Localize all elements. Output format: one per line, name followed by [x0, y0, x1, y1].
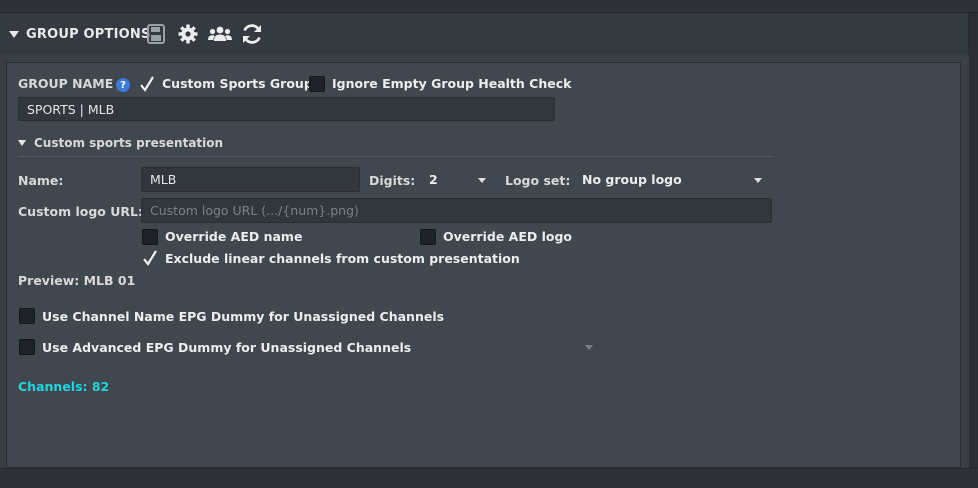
chevron-down-icon: [478, 177, 486, 183]
custom-logo-url-input[interactable]: Custom logo URL (.../{num}.png): [141, 198, 772, 223]
group-options-toggle[interactable]: GROUP OPTIONS: [9, 13, 151, 55]
channels-count: Channels: 82: [18, 379, 110, 394]
custom-sports-group-checkbox[interactable]: [139, 75, 155, 93]
custom-sports-group-label: Custom Sports Group: [162, 76, 313, 91]
collapse-triangle-icon: [18, 140, 26, 146]
digits-value: 2: [429, 172, 438, 187]
top-strip: [0, 0, 978, 13]
preview-text: Preview: MLB 01: [18, 273, 136, 288]
logo-set-value: No group logo: [582, 172, 682, 187]
group-name-label: GROUP NAME: [18, 76, 114, 91]
group-options-panel: GROUP NAME ? Custom Sports Group Ignore …: [6, 62, 961, 468]
refresh-icon[interactable]: [240, 22, 264, 46]
help-icon[interactable]: ?: [116, 78, 130, 92]
digits-select[interactable]: 2: [419, 167, 496, 192]
custom-sports-presentation-title: Custom sports presentation: [34, 136, 224, 150]
exclude-linear-checkbox[interactable]: [142, 249, 158, 267]
channel-name-epg-dummy-checkbox[interactable]: [19, 308, 35, 324]
name-label: Name:: [18, 173, 64, 188]
ignore-empty-health-label: Ignore Empty Group Health Check: [332, 76, 572, 91]
logo-set-select[interactable]: No group logo: [572, 167, 772, 192]
advanced-epg-dummy-checkbox[interactable]: [19, 339, 35, 355]
custom-logo-url-label: Custom logo URL:: [18, 204, 143, 219]
override-aed-name-label: Override AED name: [165, 229, 303, 244]
presentation-name-input[interactable]: MLB: [141, 167, 360, 192]
section-divider: [18, 156, 773, 157]
exclude-linear-label: Exclude linear channels from custom pres…: [165, 251, 520, 266]
chevron-down-icon[interactable]: [585, 345, 593, 350]
override-aed-logo-checkbox[interactable]: [420, 229, 436, 245]
channel-name-epg-dummy-label: Use Channel Name EPG Dummy for Unassigne…: [42, 309, 445, 324]
scrollbar[interactable]: [969, 13, 978, 468]
collapse-triangle-icon: [9, 30, 19, 38]
override-aed-name-checkbox[interactable]: [142, 229, 158, 245]
users-icon[interactable]: [207, 22, 233, 46]
gear-icon[interactable]: [177, 22, 199, 46]
group-options-header: GROUP OPTIONS: [0, 13, 969, 55]
group-options-title: GROUP OPTIONS: [26, 26, 151, 42]
digits-label: Digits:: [369, 173, 416, 188]
group-name-input[interactable]: SPORTS | MLB: [18, 97, 555, 121]
save-icon[interactable]: [146, 22, 166, 46]
override-aed-logo-label: Override AED logo: [443, 229, 572, 244]
logo-set-label: Logo set:: [505, 173, 571, 188]
chevron-down-icon: [754, 177, 762, 183]
ignore-empty-health-checkbox[interactable]: [309, 76, 325, 92]
bottom-strip: [0, 468, 978, 488]
custom-sports-presentation-toggle[interactable]: Custom sports presentation: [18, 136, 223, 150]
advanced-epg-dummy-label: Use Advanced EPG Dummy for Unassigned Ch…: [42, 340, 412, 355]
